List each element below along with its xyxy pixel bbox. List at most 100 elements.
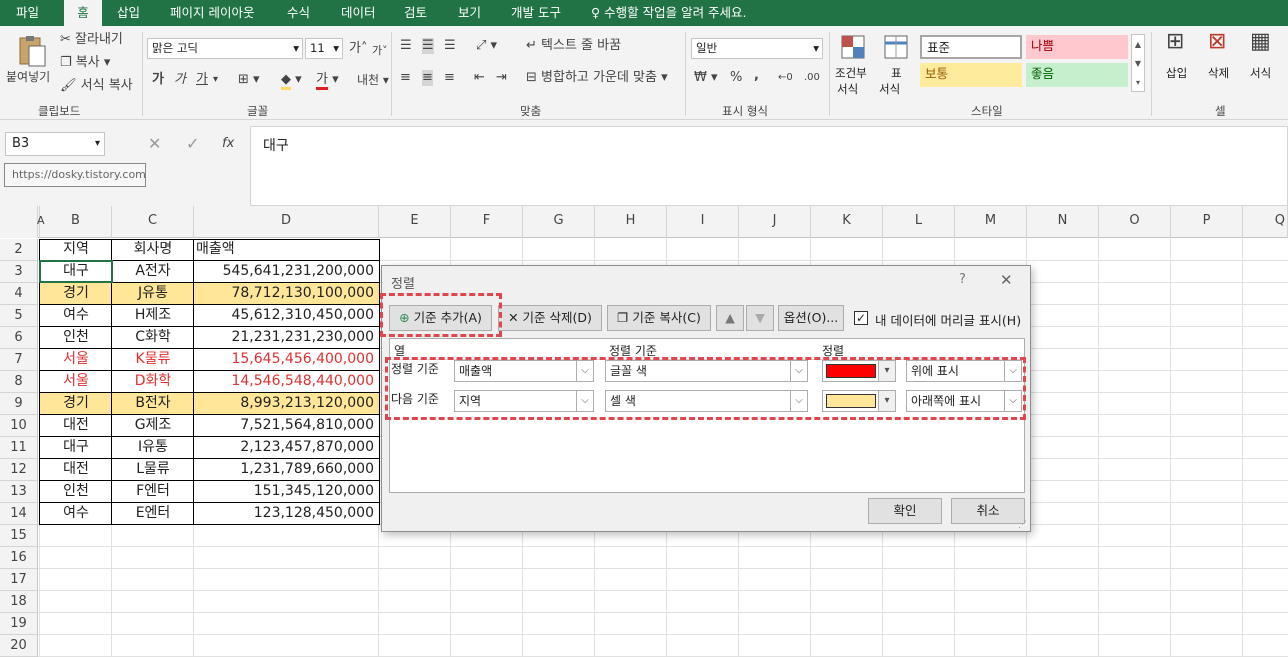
styles-scroll[interactable]: ▲ ▼ ▾ [1131,34,1145,92]
currency-icon[interactable]: ₩ ▾ [694,70,718,86]
resize-grip-icon[interactable]: ⋰ [1018,520,1027,530]
tab-file[interactable]: 파일 [16,0,39,26]
row-header[interactable]: 4 [0,283,38,305]
name-box[interactable]: B3 ▾ [5,132,105,156]
fx-icon[interactable]: fx [222,132,234,156]
enter-icon[interactable]: ✓ [186,132,199,156]
comma-button[interactable]: , [754,68,759,84]
row-header[interactable]: 8 [0,371,38,393]
align-left-icon[interactable]: ≡ [400,70,411,86]
formula-input[interactable]: 대구 [250,126,1288,206]
format-cells-icon[interactable]: ▦ [1250,31,1271,53]
column-header-b[interactable]: B [40,206,112,238]
increase-indent-icon[interactable]: ⇥ [496,70,507,86]
row-header[interactable]: 6 [0,327,38,349]
column-header-h[interactable]: H [595,206,667,238]
delete-cells-label[interactable]: 삭제 [1208,65,1229,81]
row-header[interactable]: 5 [0,305,38,327]
wrap-text-button[interactable]: ↵ 텍스트 줄 바꿈 [526,38,621,54]
row-header[interactable]: 18 [0,591,38,613]
tab-page-layout[interactable]: 페이지 레이아웃 [170,0,254,26]
delete-cells-icon[interactable]: ⊠ [1208,31,1226,53]
row-header[interactable]: 12 [0,459,38,481]
column-header-m[interactable]: M [955,206,1027,238]
format-painter-button[interactable]: 🖌 서식 복사 [60,78,133,94]
column-header-k[interactable]: K [811,206,883,238]
help-button[interactable]: ? [959,272,966,287]
tab-home[interactable]: 홈 [64,0,102,26]
column-header-i[interactable]: I [667,206,739,238]
style-neutral[interactable]: 보통 [920,63,1022,87]
conditional-format-icon[interactable] [840,34,868,62]
column-header-e[interactable]: E [379,206,451,238]
ok-button[interactable]: 확인 [868,498,942,524]
format-as-table-label[interactable]: 표 [891,65,902,81]
row-header[interactable]: 3 [0,261,38,283]
grow-font-button[interactable]: 가˄ [349,41,367,57]
bold-button[interactable]: 가 [152,72,164,88]
header-checkbox[interactable]: ✓ [854,311,868,325]
font-name-combo[interactable]: 맑은 고딕 ▾ [147,38,303,59]
increase-decimal-icon[interactable]: ←0 [778,70,793,86]
format-cells-label[interactable]: 서식 [1250,65,1271,81]
row-header[interactable]: 17 [0,569,38,591]
align-center-icon[interactable]: ≡ [422,70,433,86]
tab-view[interactable]: 보기 [458,0,481,26]
align-bottom-icon[interactable]: ☰ [444,38,456,54]
tab-review[interactable]: 검토 [404,0,427,26]
insert-cells-icon[interactable]: ⊞ [1166,31,1184,53]
format-as-table-label-2[interactable]: 서식 [879,81,900,97]
column-header-o[interactable]: O [1099,206,1171,238]
percent-button[interactable]: % [730,70,742,86]
row-header[interactable]: 11 [0,437,38,459]
copy-level-button[interactable]: ❐ 기준 복사(C) [607,305,711,331]
decrease-indent-icon[interactable]: ⇤ [474,70,485,86]
conditional-format-label[interactable]: 조건부 [835,65,867,81]
tell-me-box[interactable]: ♀ 수행할 작업을 알려 주세요. [591,0,747,26]
style-good[interactable]: 좋음 [1026,63,1128,87]
paste-label[interactable]: 붙여넣기 [6,68,50,85]
cancel-icon[interactable]: ✕ [148,132,161,156]
header-checkbox-label[interactable]: 내 데이터에 머리글 표시(H) [875,310,1021,329]
merge-center-button[interactable]: ⊟ 병합하고 가운데 맞춤 ▾ [526,70,668,86]
row-header[interactable]: 15 [0,525,38,547]
tab-data[interactable]: 데이터 [341,0,376,26]
column-header-p[interactable]: P [1171,206,1243,238]
format-as-table-icon[interactable] [883,34,911,62]
style-normal[interactable]: 표준 [920,35,1022,59]
copy-button[interactable]: ❐ 복사 ▾ [60,55,110,71]
paste-icon[interactable] [14,34,48,68]
conditional-format-label-2[interactable]: 서식 [837,81,858,97]
tab-formulas[interactable]: 수식 [287,0,310,26]
row-header[interactable]: 10 [0,415,38,437]
number-format-combo[interactable]: 일반 ▾ [691,38,823,59]
row-header[interactable]: 19 [0,613,38,635]
move-up-button[interactable]: ▲ [716,305,744,331]
row-header[interactable]: 20 [0,635,38,657]
underline-button[interactable]: 가 [196,72,208,88]
row-header[interactable]: 9 [0,393,38,415]
decrease-decimal-icon[interactable]: .00 [804,70,820,86]
row-header[interactable]: 16 [0,547,38,569]
column-header-f[interactable]: F [451,206,523,238]
row-header[interactable]: 13 [0,481,38,503]
style-bad[interactable]: 나쁨 [1026,35,1128,59]
shrink-font-button[interactable]: 가˅ [372,43,388,59]
column-header-d[interactable]: D [194,206,379,238]
column-header-j[interactable]: J [739,206,811,238]
row-header[interactable]: 7 [0,349,38,371]
row-header[interactable]: 14 [0,503,38,525]
italic-button[interactable]: 가 [174,72,186,88]
chevron-down-icon[interactable]: ▾ [213,72,218,88]
align-top-icon[interactable]: ☰ [400,38,412,54]
align-middle-icon[interactable]: ☰ [422,38,434,54]
cut-button[interactable]: ✂ 잘라내기 [60,32,123,48]
align-right-icon[interactable]: ≡ [444,70,455,86]
select-all-corner[interactable] [0,206,38,238]
column-header-c[interactable]: C [112,206,194,238]
close-icon[interactable]: ✕ [1000,271,1013,289]
column-header-n[interactable]: N [1027,206,1099,238]
font-color-button[interactable]: 가 ▾ [316,72,339,90]
insert-cells-label[interactable]: 삽입 [1166,65,1187,81]
column-header-q[interactable]: Q [1243,206,1288,238]
